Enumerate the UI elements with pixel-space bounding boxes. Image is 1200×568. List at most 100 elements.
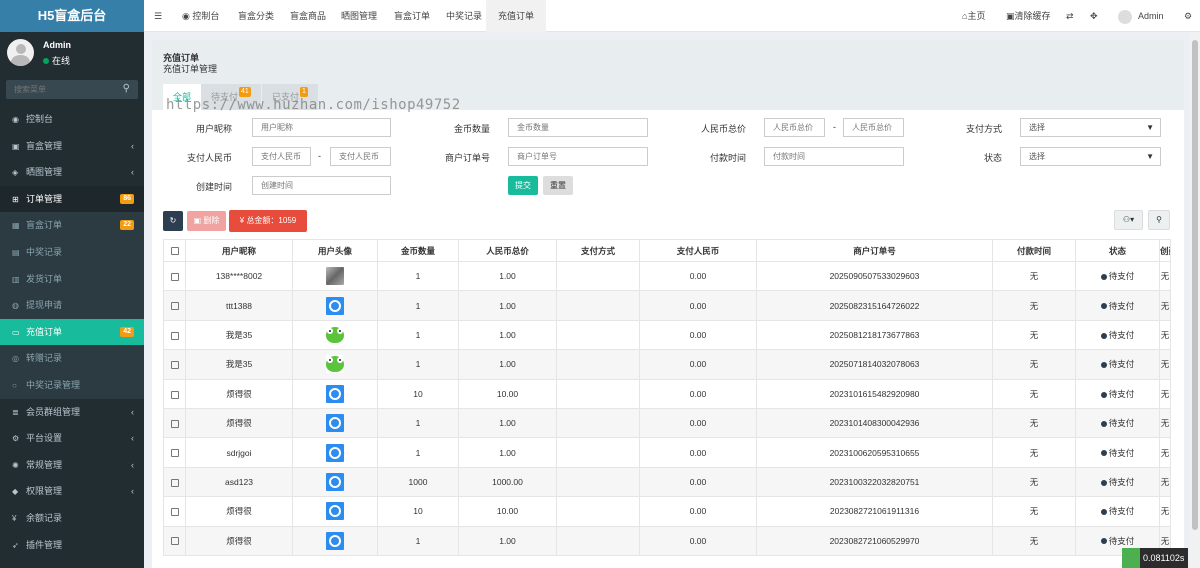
row-select-cell[interactable] bbox=[163, 437, 186, 468]
status-select[interactable]: 选择 ▼ bbox=[1020, 147, 1161, 166]
row-checkbox[interactable] bbox=[170, 478, 179, 487]
col-create-time[interactable]: 创建时间 bbox=[1159, 239, 1171, 262]
table-row[interactable]: 烦得很 10 10.00 0.00 2023082721061911316 无待支付无 bbox=[163, 496, 1171, 527]
row-select-cell[interactable] bbox=[163, 319, 186, 351]
tab-blindbox-goods[interactable]: 盲盒商品 bbox=[290, 0, 326, 32]
table-row[interactable]: 烦得很 1 1.00 0.00 2023082721060529970 无待支付无 bbox=[163, 525, 1171, 556]
export-dropdown-button[interactable]: ⚇▾ bbox=[1114, 210, 1143, 230]
row-select-cell[interactable] bbox=[163, 260, 186, 292]
sidebar-search-input[interactable] bbox=[6, 80, 116, 99]
delete-button[interactable]: ▣ 删除 bbox=[187, 211, 226, 231]
row-checkbox[interactable] bbox=[170, 449, 179, 458]
sidebar-item-1[interactable]: ▣ 盲盒管理 ‹ bbox=[0, 133, 144, 160]
select-all-cell[interactable] bbox=[163, 239, 186, 262]
sidebar-item-7[interactable]: ◍ 提现申请 bbox=[0, 292, 144, 319]
cell-pay-rmb: 0.00 bbox=[639, 407, 757, 439]
clear-cache-button[interactable]: ▣清除缓存 bbox=[1006, 0, 1051, 32]
page-scrollbar[interactable] bbox=[1190, 32, 1200, 568]
row-select-cell[interactable] bbox=[163, 496, 186, 527]
col-order-no[interactable]: 商户订单号 bbox=[756, 239, 993, 262]
tab-photo-manage[interactable]: 晒图管理 bbox=[341, 0, 377, 32]
select-all-checkbox[interactable] bbox=[170, 247, 179, 256]
tab-blindbox-category[interactable]: 盲盒分类 bbox=[238, 0, 274, 32]
row-select-cell[interactable] bbox=[163, 378, 186, 409]
pay-rmb-min-input[interactable] bbox=[252, 147, 311, 166]
search-toggle-icon[interactable]: ⚲ bbox=[1148, 210, 1170, 230]
sidebar-item-10[interactable]: ○ 中奖记录管理 bbox=[0, 371, 144, 399]
row-select-cell[interactable] bbox=[163, 525, 186, 556]
table-row[interactable]: ttt1388 1 1.00 0.00 2025082315164726022 无待支付无 bbox=[163, 290, 1171, 321]
reset-button[interactable]: 重置 bbox=[543, 176, 573, 195]
row-checkbox[interactable] bbox=[170, 361, 179, 370]
merchant-no-input[interactable] bbox=[508, 147, 648, 166]
col-rmb-total[interactable]: 人民币总价 bbox=[458, 239, 557, 262]
brand-logo[interactable]: H5盲盒后台 bbox=[0, 0, 144, 32]
col-nickname[interactable]: 用户昵称 bbox=[185, 239, 293, 262]
table-row[interactable]: 我是35 1 1.00 0.00 2025081218173677863 无待支付无 bbox=[163, 319, 1171, 351]
search-icon[interactable]: ⚲ bbox=[123, 83, 130, 94]
rmb-total-max-input[interactable] bbox=[843, 118, 904, 137]
col-coins[interactable]: 金币数量 bbox=[377, 239, 459, 262]
table-row[interactable]: 我是35 1 1.00 0.00 2025071814032078063 无待支付无 bbox=[163, 349, 1171, 380]
row-checkbox[interactable] bbox=[170, 331, 179, 340]
col-pay-rmb[interactable]: 支付人民币 bbox=[639, 239, 757, 262]
sidebar-item-16[interactable]: ➶ 插件管理 bbox=[0, 532, 144, 559]
row-checkbox[interactable] bbox=[170, 419, 179, 428]
sidebar-item-4[interactable]: ▦ 盲盒订单 22 bbox=[0, 212, 144, 239]
coins-input[interactable] bbox=[508, 118, 648, 137]
sidebar-item-13[interactable]: ✺ 常规管理 ‹ bbox=[0, 452, 144, 479]
table-row[interactable]: 烦得很 1 1.00 0.00 2023101408300042936 无待支付无 bbox=[163, 407, 1171, 439]
tab-recharge-orders[interactable]: 充值订单 bbox=[486, 0, 547, 32]
sidebar-item-15[interactable]: ¥ 余额记录 bbox=[0, 505, 144, 532]
total-amount-button[interactable]: ¥ 总金额：1059 bbox=[229, 210, 307, 232]
sidebar-item-12[interactable]: ⚙ 平台设置 ‹ bbox=[0, 425, 144, 452]
row-select-cell[interactable] bbox=[163, 290, 186, 321]
sidebar-item-3[interactable]: ⊞ 订单管理 86 bbox=[0, 185, 144, 213]
row-checkbox[interactable] bbox=[170, 390, 179, 399]
table-row[interactable]: 138****8002 1 1.00 0.00 2025090507533029603 无… bbox=[163, 260, 1171, 292]
user-menu[interactable]: Admin bbox=[1118, 0, 1164, 32]
tab-prize-records[interactable]: 中奖记录 bbox=[446, 0, 482, 32]
table-row[interactable]: 烦得很 10 10.00 0.00 2023101615482920980 无待支付无 bbox=[163, 378, 1171, 409]
sidebar-item-11[interactable]: ≣ 会员群组管理 ‹ bbox=[0, 399, 144, 426]
cell-pay-time: 无 bbox=[992, 378, 1076, 409]
tab-dashboard[interactable]: ◉ 控制台 bbox=[182, 0, 219, 32]
row-checkbox[interactable] bbox=[170, 272, 179, 281]
translate-icon[interactable]: ⇄ bbox=[1066, 0, 1074, 32]
row-select-cell[interactable] bbox=[163, 349, 186, 380]
col-avatar[interactable]: 用户头像 bbox=[292, 239, 378, 262]
sidebar-item-6[interactable]: ▥ 发货订单 bbox=[0, 265, 144, 293]
pay-time-input[interactable] bbox=[764, 147, 904, 166]
create-time-input[interactable] bbox=[252, 176, 391, 195]
table-row[interactable]: sdrjgoi 1 1.00 0.00 2023100620595310655 无待支付无 bbox=[163, 437, 1171, 468]
row-select-cell[interactable] bbox=[163, 466, 186, 498]
pay-rmb-max-input[interactable] bbox=[330, 147, 391, 166]
settings-gear-icon[interactable]: ⚙ bbox=[1184, 0, 1192, 32]
row-select-cell[interactable] bbox=[163, 407, 186, 439]
table-row[interactable]: asd123 1000 1000.00 0.00 2023100322032820751… bbox=[163, 466, 1171, 498]
sidebar-item-2[interactable]: ◈ 晒图管理 ‹ bbox=[0, 159, 144, 186]
sidebar-item-9[interactable]: ◎ 转赠记录 bbox=[0, 345, 144, 372]
sidebar-item-14[interactable]: ◆ 权限管理 ‹ bbox=[0, 478, 144, 505]
sidebar-item-0[interactable]: ◉ 控制台 bbox=[0, 106, 144, 133]
nickname-input[interactable] bbox=[252, 118, 391, 137]
col-pay-method[interactable]: 支付方式 bbox=[556, 239, 640, 262]
cell-pay-rmb: 0.00 bbox=[639, 525, 757, 556]
sidebar-item-5[interactable]: ▤ 中奖记录 bbox=[0, 238, 144, 266]
row-checkbox[interactable] bbox=[170, 508, 179, 517]
row-checkbox[interactable] bbox=[170, 302, 179, 311]
home-link[interactable]: ⌂主页 bbox=[962, 0, 985, 32]
scrollbar-thumb[interactable] bbox=[1192, 40, 1198, 530]
submit-button[interactable]: 提交 bbox=[508, 176, 538, 195]
col-pay-time[interactable]: 付款时间 bbox=[992, 239, 1076, 262]
tab-blindbox-orders[interactable]: 盲盒订单 bbox=[394, 0, 430, 32]
pay-method-select[interactable]: 选择 ▼ bbox=[1020, 118, 1161, 137]
fullscreen-icon[interactable]: ✥ bbox=[1090, 0, 1098, 32]
status-value: 选择 bbox=[1029, 152, 1045, 161]
refresh-icon[interactable]: ↻ bbox=[163, 211, 183, 231]
rmb-total-min-input[interactable] bbox=[764, 118, 825, 137]
row-checkbox[interactable] bbox=[170, 537, 179, 546]
col-status[interactable]: 状态 bbox=[1075, 239, 1160, 262]
sidebar-item-8[interactable]: ▭ 充值订单 42 bbox=[0, 318, 144, 346]
menu-toggle-icon[interactable]: ☰ bbox=[154, 0, 162, 32]
